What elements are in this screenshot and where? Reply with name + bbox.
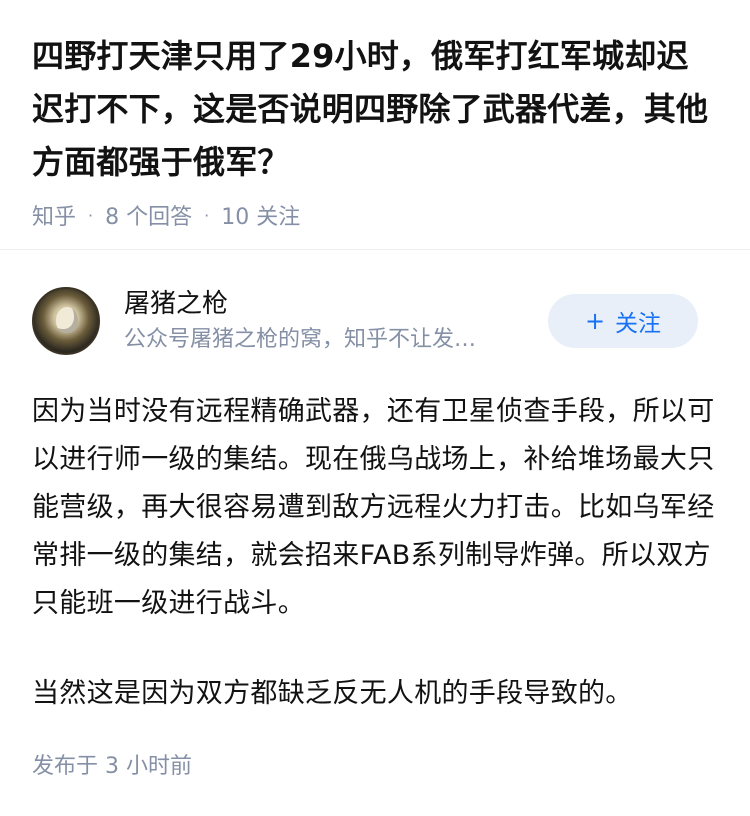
follow-button[interactable]: + 关注 xyxy=(548,294,698,348)
author-name[interactable]: 屠猪之枪 xyxy=(124,287,548,321)
source-label[interactable]: 知乎 xyxy=(32,199,76,231)
published-time: 发布于 3 小时前 xyxy=(32,754,192,779)
question-title[interactable]: 四野打天津只用了29小时，俄军打红军城却迟迟打不下，这是否说明四野除了武器代差，… xyxy=(32,30,718,189)
follow-button-label: 关注 xyxy=(615,311,662,337)
separator-dot: · xyxy=(204,205,210,225)
avatar[interactable] xyxy=(32,287,100,355)
author-card: 屠猪之枪 公众号屠猪之枪的窝，知乎不让发… + 关注 xyxy=(32,287,698,355)
plus-icon: + xyxy=(584,307,606,335)
answers-count[interactable]: 8 个回答 xyxy=(105,199,192,231)
question-meta: 知乎 · 8 个回答 · 10 关注 xyxy=(32,195,718,235)
followers-count[interactable]: 10 关注 xyxy=(221,199,300,231)
answer-content: 因为当时没有远程精确武器，还有卫星侦查手段，所以可以进行师一级的集结。现在俄乌战… xyxy=(32,388,718,718)
separator-dot: · xyxy=(88,205,94,225)
section-divider xyxy=(0,249,750,250)
author-bio: 公众号屠猪之枪的窝，知乎不让发… xyxy=(124,327,477,352)
answer-paragraph: 因为当时没有远程精确武器，还有卫星侦查手段，所以可以进行师一级的集结。现在俄乌战… xyxy=(32,396,715,619)
question-header: 四野打天津只用了29小时，俄军打红军城却迟迟打不下，这是否说明四野除了武器代差，… xyxy=(0,0,750,235)
author-info: 屠猪之枪 公众号屠猪之枪的窝，知乎不让发… xyxy=(124,287,548,355)
answer-paragraph: 当然这是因为双方都缺乏反无人机的手段导致的。 xyxy=(32,678,633,709)
